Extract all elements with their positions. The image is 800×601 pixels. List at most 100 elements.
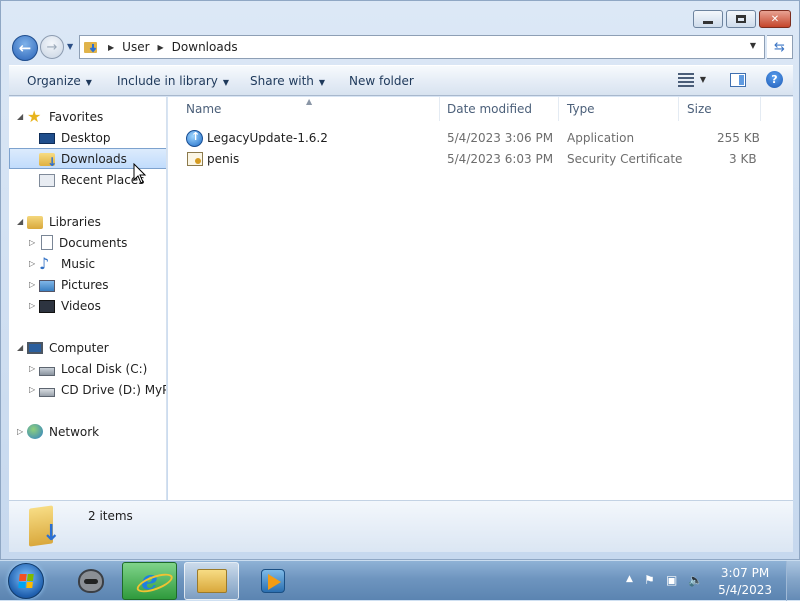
clock-time: 3:07 PM — [720, 566, 770, 580]
nav-local-disk-label: Local Disk (C:) — [61, 361, 148, 376]
share-with-label: Share with — [250, 74, 314, 88]
file-list: ▲ Name Date modified Type Size LegacyUpd… — [168, 97, 793, 500]
nav-favorites[interactable]: ★ Favorites — [9, 106, 166, 127]
explorer-window: ✕ ← → ▼ ▶ User ▶ Downloads ▼ ⇆ Organize ▼… — [0, 0, 800, 560]
file-date-modified: 5/4/2023 3:06 PM — [447, 131, 554, 145]
back-arrow-icon: ← — [18, 39, 32, 57]
back-button[interactable]: ← — [12, 35, 38, 61]
raccoon-app-icon — [77, 569, 104, 593]
star-icon: ★ — [27, 106, 42, 126]
column-header-date-modified[interactable]: Date modified — [439, 97, 559, 121]
dropdown-arrow-icon: ▼ — [699, 75, 706, 84]
change-view-button[interactable]: ▼ — [677, 72, 706, 87]
network-globe-icon — [27, 424, 43, 439]
show-desktop-button[interactable] — [786, 561, 800, 601]
nav-pictures[interactable]: Pictures — [9, 274, 166, 295]
taskbar-raccoon-app[interactable] — [63, 562, 118, 600]
preview-pane-icon[interactable] — [730, 72, 746, 87]
nav-recent-places-label: Recent Places — [61, 172, 145, 187]
nav-local-disk[interactable]: Local Disk (C:) — [9, 358, 166, 379]
nav-downloads-label: Downloads — [61, 151, 127, 166]
help-icon[interactable]: ? — [766, 71, 783, 88]
taskbar-internet-explorer[interactable]: e — [122, 562, 177, 600]
refresh-button[interactable]: ⇆ — [767, 35, 793, 59]
file-row[interactable]: penis 5/4/2023 6:03 PM Security Certific… — [168, 149, 793, 170]
command-bar: Organize ▼ Include in library ▼ Share with… — [9, 65, 793, 96]
clock[interactable]: 3:07 PM 5/4/2023 — [718, 565, 772, 599]
details-pane: ↓ 2 items — [9, 500, 793, 552]
nav-network[interactable]: Network — [9, 421, 166, 442]
maximize-icon — [736, 15, 746, 23]
breadcrumb-separator[interactable]: ▶ — [158, 43, 164, 52]
action-center-flag-icon[interactable]: ⚑ — [644, 573, 655, 587]
film-strip-icon — [39, 300, 55, 313]
nav-music[interactable]: ♪ Music — [9, 253, 166, 274]
file-date-modified: 5/4/2023 6:03 PM — [447, 152, 554, 166]
desktop-icon — [39, 133, 55, 144]
maximize-button[interactable] — [726, 10, 756, 28]
nav-videos[interactable]: Videos — [9, 295, 166, 316]
nav-cd-drive[interactable]: CD Drive (D:) MyPal( — [9, 379, 167, 400]
navigation-pane: ◢ ★ Favorites Desktop Downloads Recent P… — [9, 97, 167, 500]
nav-cd-drive-label: CD Drive (D:) MyPal( — [61, 382, 167, 397]
organize-label: Organize — [27, 74, 81, 88]
taskbar: e ▲ ⚑ ▣ 🔈 3:07 PM 5/4/2023 — [0, 560, 800, 601]
downloads-folder-icon: ↓ — [29, 505, 63, 547]
new-folder-button[interactable]: New folder — [349, 74, 414, 88]
computer-icon — [27, 342, 43, 354]
internet-explorer-icon: e — [141, 566, 158, 596]
start-button[interactable] — [8, 563, 44, 599]
dropdown-arrow-icon: ▼ — [222, 78, 230, 87]
nav-documents[interactable]: Documents — [9, 232, 166, 253]
organize-menu[interactable]: Organize ▼ — [27, 74, 92, 88]
column-header-type[interactable]: Type — [559, 97, 679, 121]
close-button[interactable]: ✕ — [759, 10, 791, 28]
notification-area: ▲ ⚑ ▣ 🔈 3:07 PM 5/4/2023 — [620, 561, 800, 601]
nav-desktop[interactable]: Desktop — [9, 127, 166, 148]
recent-pages-dropdown[interactable]: ▼ — [67, 42, 73, 51]
column-header-size[interactable]: Size — [679, 97, 761, 121]
breadcrumb-user[interactable]: User — [122, 40, 149, 54]
documents-icon — [41, 235, 53, 250]
minimize-button[interactable] — [693, 10, 723, 28]
nav-libraries-label: Libraries — [49, 214, 101, 229]
dropdown-arrow-icon: ▼ — [85, 78, 92, 87]
breadcrumb-downloads[interactable]: Downloads — [172, 40, 238, 54]
file-name: penis — [207, 152, 240, 166]
address-bar[interactable]: ▶ User ▶ Downloads ▼ — [79, 35, 765, 59]
nav-computer[interactable]: Computer — [9, 337, 166, 358]
network-status-icon[interactable]: ▣ — [666, 573, 677, 587]
nav-favorites-label: Favorites — [49, 109, 104, 124]
address-row: ← → ▼ ▶ User ▶ Downloads ▼ ⇆ — [9, 33, 793, 61]
nav-computer-label: Computer — [49, 340, 109, 355]
nav-music-label: Music — [61, 256, 96, 271]
recent-places-icon — [39, 174, 55, 187]
share-with-menu[interactable]: Share with ▼ — [250, 74, 325, 88]
certificate-icon — [187, 152, 203, 166]
taskbar-media-player[interactable] — [245, 562, 300, 600]
nav-documents-label: Documents — [59, 235, 128, 250]
include-in-library-label: Include in library — [117, 74, 218, 88]
clock-date: 5/4/2023 — [718, 583, 772, 597]
refresh-icon: ⇆ — [774, 39, 785, 55]
address-dropdown-icon[interactable]: ▼ — [750, 41, 756, 50]
column-header-name[interactable]: Name — [178, 97, 440, 121]
file-type: Security Certificate — [567, 152, 683, 166]
include-in-library-menu[interactable]: Include in library ▼ — [117, 74, 229, 88]
music-note-icon: ♪ — [39, 253, 50, 273]
libraries-icon — [27, 216, 43, 229]
downloads-folder-icon — [39, 153, 57, 169]
file-size: 255 KB — [717, 131, 760, 145]
file-name: LegacyUpdate-1.6.2 — [207, 131, 328, 145]
show-hidden-icons-icon[interactable]: ▲ — [626, 574, 633, 584]
pictures-icon — [39, 279, 55, 292]
file-row[interactable]: LegacyUpdate-1.6.2 5/4/2023 3:06 PM Appl… — [168, 128, 793, 149]
windows-explorer-icon — [196, 569, 227, 593]
hard-disk-icon — [39, 366, 55, 376]
file-type: Application — [567, 131, 635, 145]
nav-libraries[interactable]: Libraries — [9, 211, 166, 232]
breadcrumb-separator[interactable]: ▶ — [108, 43, 114, 52]
taskbar-windows-explorer[interactable] — [184, 562, 239, 600]
volume-muted-icon[interactable]: 🔈 — [688, 573, 703, 587]
forward-button[interactable]: → — [40, 35, 64, 59]
